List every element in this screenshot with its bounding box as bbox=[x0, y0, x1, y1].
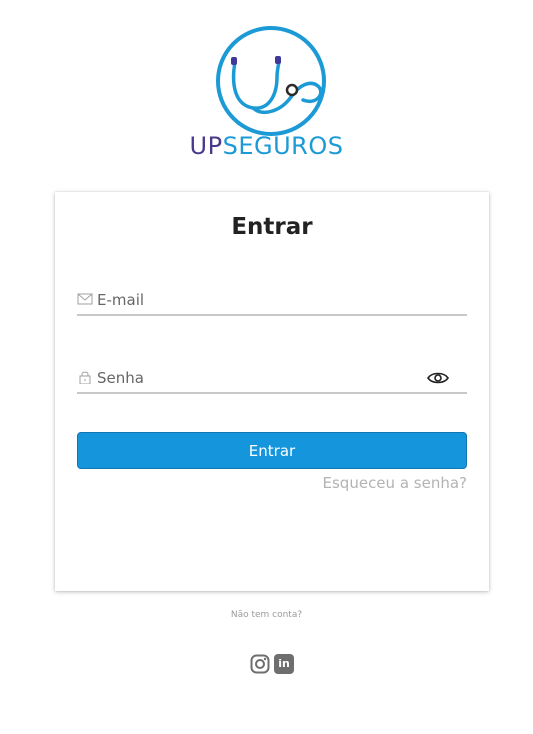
brand-logo: UPSEGUROS bbox=[0, 22, 533, 162]
email-field bbox=[77, 288, 467, 316]
stethoscope-icon bbox=[216, 26, 326, 136]
instagram-icon[interactable] bbox=[250, 654, 270, 674]
login-card: Entrar Entrar Esqueceu a senha? bbox=[55, 192, 489, 591]
signup-link[interactable]: Não tem conta? bbox=[0, 610, 533, 620]
password-input[interactable] bbox=[97, 366, 417, 390]
envelope-icon bbox=[77, 293, 93, 305]
brand-name-up: UP bbox=[189, 132, 223, 160]
linkedin-icon-label: in bbox=[278, 657, 290, 670]
email-input[interactable] bbox=[97, 288, 417, 312]
brand-name: UPSEGUROS bbox=[0, 132, 533, 160]
password-field bbox=[77, 366, 467, 394]
forgot-password-link[interactable]: Esqueceu a senha? bbox=[323, 474, 467, 492]
login-button[interactable]: Entrar bbox=[77, 432, 467, 469]
lock-icon bbox=[79, 371, 91, 384]
eye-icon[interactable] bbox=[427, 371, 449, 385]
login-page: UPSEGUROS Entrar Entrar Esqueceu bbox=[0, 0, 533, 734]
login-title: Entrar bbox=[231, 214, 313, 240]
brand-name-seguros: SEGUROS bbox=[222, 132, 344, 160]
linkedin-icon[interactable]: in bbox=[274, 654, 294, 674]
